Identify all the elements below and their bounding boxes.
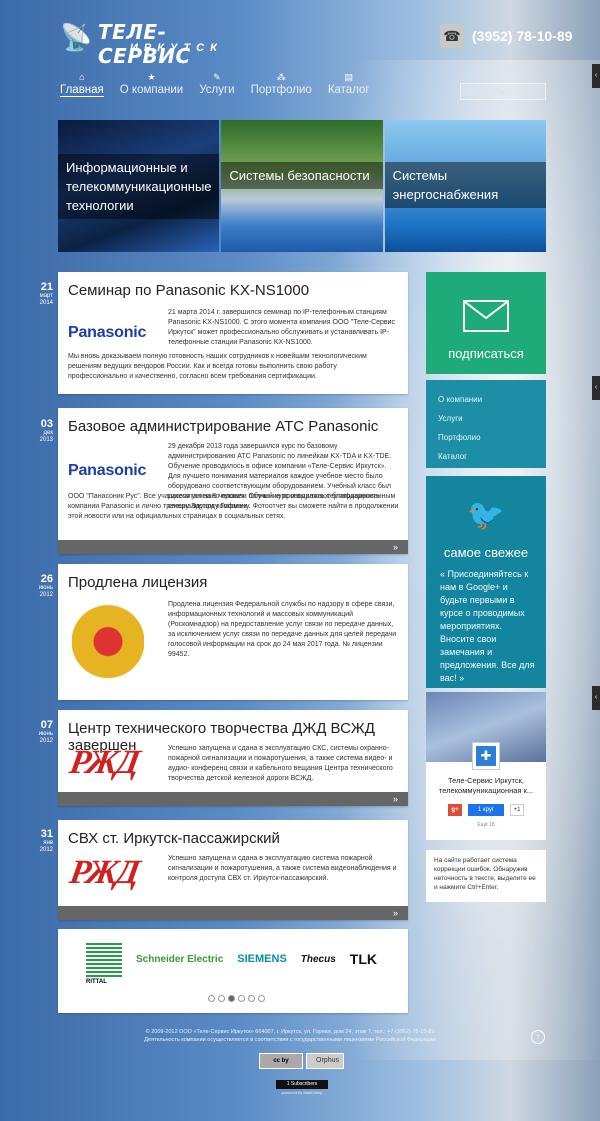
nav-item-home[interactable]: ⌂ Главная — [60, 70, 104, 97]
partners-carousel: RITTAL Schneider Electric SIEMENS Thecus… — [58, 929, 408, 1013]
subscribers-badge[interactable]: 1 Subscribers — [276, 1080, 328, 1089]
coat-of-arms-image — [72, 602, 144, 690]
rzd-logo: РЖД — [66, 744, 141, 781]
schneider-logo[interactable]: Schneider Electric — [136, 954, 223, 965]
post-date: 03 дек 2013 — [39, 418, 53, 443]
plus-one-button[interactable]: +1 — [510, 804, 524, 816]
powered-by: powered by MailChimp — [281, 1090, 323, 1095]
carousel-dots — [208, 995, 265, 1002]
nav-item-catalog[interactable]: ▤ Каталог — [328, 70, 370, 97]
footer-copyright: © 2009-2012 ООО «Теле-Сервис Иркутск» 66… — [145, 1029, 435, 1035]
subscribe-button[interactable]: подписаться — [426, 272, 546, 374]
rittal-logo[interactable]: RITTAL — [86, 941, 122, 985]
avatar[interactable]: ✚ — [472, 742, 500, 770]
nav-item-about[interactable]: ★ О компании — [120, 70, 183, 97]
post-title[interactable]: СВХ ст. Иркутск-пассажирский — [58, 820, 408, 852]
network-icon: ⁂ — [276, 72, 286, 82]
post-title[interactable]: Центр технического творчества ДЖД ВСЖД з… — [58, 710, 408, 754]
read-more-bar[interactable]: » — [58, 906, 408, 920]
logo-subtitle: ИРКУТСК — [130, 42, 223, 54]
post-date: 26 июнь 2012 — [38, 573, 53, 598]
post-date: 21 март 2014 — [39, 281, 53, 306]
gplus-circle-button[interactable]: 1 круг — [468, 804, 504, 816]
nav-item-services[interactable]: ✎ Услуги — [199, 70, 234, 97]
home-icon: ⌂ — [79, 72, 85, 82]
tile-caption: Информационные и телекоммуникационные те… — [58, 154, 220, 219]
read-more-bar[interactable]: » — [58, 792, 408, 806]
sidebar-item-about[interactable]: О компании — [438, 390, 534, 409]
twitter-widget: 🐦 самое свежее « Присоединяйтесь к нам в… — [426, 476, 546, 688]
site-logo[interactable]: 📡 ТЕЛЕ-СЕРВИС ИРКУТСК — [60, 18, 250, 68]
news-post: Базовое администрирование АТС Panasonic … — [58, 408, 408, 554]
post-date: 31 янв 2012 — [39, 828, 53, 853]
post-date: 07 июнь 2012 — [38, 719, 53, 744]
news-post: СВХ ст. Иркутск-пассажирский РЖД Успешно… — [58, 820, 408, 920]
book-icon: ▤ — [344, 72, 353, 82]
post-title[interactable]: Базовое администрирование АТС Panasonic — [58, 408, 408, 440]
footer: © 2009-2012 ООО «Теле-Сервис Иркутск» 66… — [100, 1028, 480, 1044]
carousel-dot[interactable] — [248, 995, 255, 1002]
sidebar-menu: О компании Услуги Портфолио Каталог — [426, 380, 546, 468]
star-icon: ★ — [147, 72, 156, 82]
post-text: ООО "Панасоник Рус". Все учащиеся успешн… — [68, 493, 399, 520]
panasonic-logo: Panasonic — [68, 324, 147, 341]
tlk-logo[interactable]: TLK — [350, 951, 377, 967]
carousel-dot[interactable] — [228, 995, 235, 1002]
phone-icon: ☎ — [440, 24, 464, 48]
search-input[interactable]: ⌕ искать — [460, 83, 546, 100]
category-tiles: Информационные и телекоммуникационные те… — [58, 120, 546, 252]
sidebar-item-portfolio[interactable]: Портфолио — [438, 428, 534, 447]
creative-commons-badge[interactable]: cc by — [259, 1053, 303, 1069]
side-tab-toggle[interactable]: ‹ — [592, 376, 600, 400]
envelope-icon — [463, 300, 509, 332]
header: 📡 ТЕЛЕ-СЕРВИС ИРКУТСК ☎ (3952) 78-10-89 … — [0, 0, 600, 120]
phone-block: ☎ (3952) 78-10-89 — [440, 24, 572, 48]
post-text: Мы вновь доказываем полную готовность на… — [68, 353, 367, 380]
orphus-notice: На сайте работает система коррекции ошиб… — [426, 850, 546, 902]
news-post: Семинар по Panasonic KX-NS1000 Panasonic… — [58, 272, 408, 394]
side-tab-toggle[interactable]: ‹ — [592, 64, 600, 88]
post-text: Успешно запущена и сдана в эксплуатацию … — [168, 855, 397, 882]
orphus-button[interactable]: Orphus — [306, 1053, 344, 1069]
gplus-page-name[interactable]: Теле-Сервис Иркутск, телекоммуникационна… — [426, 776, 546, 796]
panasonic-logo: Panasonic — [68, 462, 147, 479]
tile-it[interactable]: Информационные и телекоммуникационные те… — [58, 120, 220, 252]
tile-caption: Системы безопасности — [221, 162, 383, 189]
company-logo-icon: ✚ — [476, 746, 496, 766]
sidebar-item-services[interactable]: Услуги — [438, 409, 534, 428]
carousel-dot[interactable] — [258, 995, 265, 1002]
post-title[interactable]: Семинар по Panasonic KX-NS1000 — [58, 272, 408, 304]
news-post: Центр технического творчества ДЖД ВСЖД з… — [58, 710, 408, 806]
post-title[interactable]: Продлена лицензия — [58, 564, 408, 596]
search-icon: ⌕ — [464, 86, 470, 96]
post-text: Успешно запущена и сдана в эксплуатацию … — [168, 745, 393, 782]
sidebar-item-catalog[interactable]: Каталог — [438, 447, 534, 466]
gplus-icon[interactable]: g+ — [448, 804, 462, 816]
satellite-dish-icon: 📡 — [60, 22, 93, 52]
tweet-text: « Присоединяйтесь к нам в Google+ и будь… — [440, 569, 535, 683]
wrench-icon: ✎ — [213, 72, 221, 82]
google-plus-badge: ✚ Теле-Сервис Иркутск, телекоммуникацион… — [426, 692, 546, 840]
rzd-logo: РЖД — [66, 854, 141, 891]
carousel-dot[interactable] — [218, 995, 225, 1002]
twitter-bird-icon[interactable]: 🐦 — [426, 498, 546, 533]
gplus-count: Ещё 18 — [477, 822, 495, 828]
post-text: Продлена лицензия Федеральной службы по … — [168, 601, 397, 658]
siemens-logo[interactable]: SIEMENS — [237, 953, 287, 965]
carousel-dot[interactable] — [208, 995, 215, 1002]
thecus-logo[interactable]: Thecus — [301, 954, 336, 965]
tile-energy[interactable]: Системы энергоснабжения — [384, 120, 546, 252]
tile-security[interactable]: Системы безопасности — [221, 120, 383, 252]
tile-caption: Системы энергоснабжения — [384, 162, 546, 208]
news-post: Продлена лицензия Продлена лицензия Феде… — [58, 564, 408, 700]
scroll-top-icon[interactable]: ↑ — [531, 1030, 545, 1044]
carousel-dot[interactable] — [238, 995, 245, 1002]
phone-number: (3952) 78-10-89 — [472, 28, 573, 44]
post-text: 21 марта 2014 г. завершился семинар по I… — [168, 309, 396, 346]
read-more-bar[interactable]: » — [58, 540, 408, 554]
main-nav: ⌂ Главная ★ О компании ✎ Услуги ⁂ Портфолио … — [60, 70, 386, 97]
footer-license: Деятельность компании осуществляется в с… — [144, 1037, 436, 1043]
side-tab-toggle[interactable]: ‹ — [592, 686, 600, 710]
nav-item-portfolio[interactable]: ⁂ Портфолио — [251, 70, 312, 97]
